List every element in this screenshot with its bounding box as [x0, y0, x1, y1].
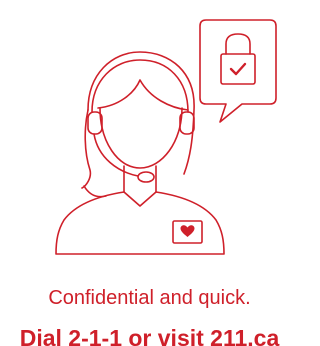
call-to-action[interactable]: Dial 2-1-1 or visit 211.ca: [0, 324, 299, 346]
agent-illustration: [55, 19, 277, 255]
checkmark-icon: [229, 62, 247, 76]
tagline: Confidential and quick.: [48, 287, 251, 309]
agent-headset-icon: [55, 51, 225, 255]
padlock-icon: [220, 33, 256, 85]
heart-badge-icon: [172, 220, 203, 244]
